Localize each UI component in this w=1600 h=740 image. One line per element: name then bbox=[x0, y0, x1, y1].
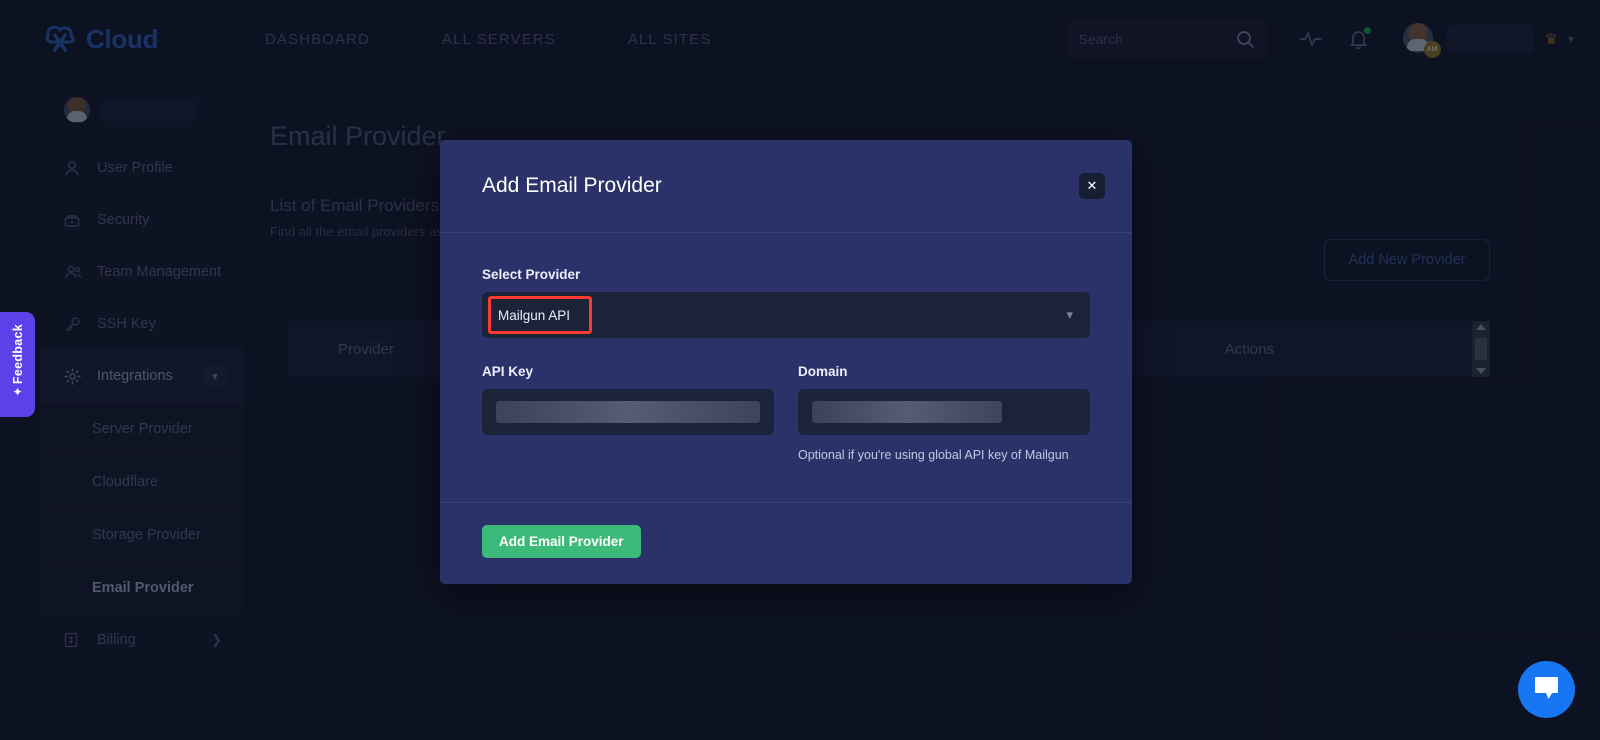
chevron-down-icon[interactable]: ▾ bbox=[1066, 307, 1073, 323]
modal-title: Add Email Provider bbox=[482, 174, 662, 198]
app-root: Cloud DASHBOARD ALL SERVERS ALL SITES bbox=[0, 0, 1600, 740]
domain-input[interactable] bbox=[798, 389, 1090, 435]
domain-hint: Optional if you're using global API key … bbox=[798, 448, 1090, 462]
add-email-provider-submit-button[interactable]: Add Email Provider bbox=[482, 525, 641, 558]
feedback-tab[interactable]: Feedback ✦ bbox=[0, 312, 35, 417]
domain-value-redacted bbox=[812, 401, 1002, 423]
domain-label: Domain bbox=[798, 364, 1090, 379]
modal-footer: Add Email Provider bbox=[440, 502, 1132, 584]
modal-body: Select Provider Mailgun API ▾ API Key Do… bbox=[440, 232, 1132, 502]
chat-bubble-button[interactable] bbox=[1518, 661, 1575, 718]
api-key-input[interactable] bbox=[482, 389, 774, 435]
chat-bubble-icon bbox=[1533, 675, 1560, 705]
close-icon[interactable]: ✕ bbox=[1079, 173, 1105, 199]
select-provider-label: Select Provider bbox=[482, 267, 1090, 282]
select-provider-dropdown[interactable]: Mailgun API ▾ bbox=[482, 292, 1090, 338]
api-key-label: API Key bbox=[482, 364, 774, 379]
api-key-field-group: API Key bbox=[482, 364, 774, 462]
feedback-tab-label: Feedback bbox=[11, 324, 25, 384]
add-email-provider-modal: Add Email Provider ✕ Select Provider Mai… bbox=[440, 140, 1132, 584]
credentials-row: API Key Domain Optional if you're using … bbox=[482, 364, 1090, 462]
api-key-value-redacted bbox=[496, 401, 760, 423]
select-provider-value: Mailgun API bbox=[498, 308, 570, 323]
sparkles-icon: ✦ bbox=[12, 385, 22, 399]
modal-header: Add Email Provider ✕ bbox=[440, 140, 1132, 232]
domain-field-group: Domain Optional if you're using global A… bbox=[798, 364, 1090, 462]
